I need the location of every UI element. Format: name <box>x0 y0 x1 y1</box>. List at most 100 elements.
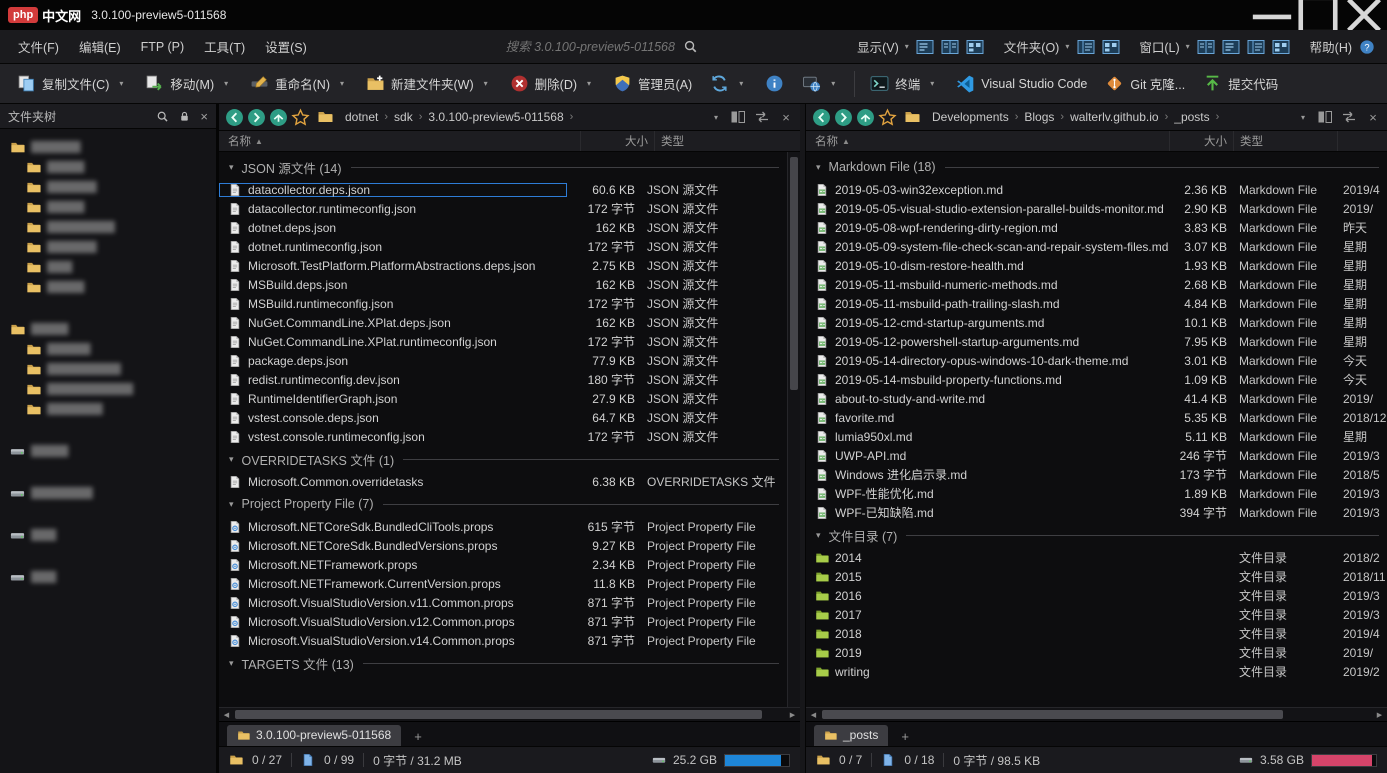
file-row[interactable]: Microsoft.Common.overridetasks6.38 KBOVE… <box>219 472 787 491</box>
toolbar-info-button[interactable] <box>756 68 793 99</box>
favorites-star-icon[interactable] <box>878 108 897 127</box>
group-header[interactable]: ▾Markdown File (18) <box>806 154 1387 180</box>
toolbar-rename-button[interactable]: 重命名(N)▾ <box>241 68 357 99</box>
close-button[interactable] <box>1341 0 1387 30</box>
column-header-2[interactable]: 类型 <box>654 131 800 151</box>
file-row[interactable]: Microsoft.VisualStudioVersion.v12.Common… <box>219 612 787 631</box>
horizontal-scrollbar[interactable]: ◀ ▶ <box>806 707 1387 721</box>
up-icon[interactable] <box>856 108 875 127</box>
path-dropdown-icon[interactable]: ▾ <box>1301 113 1305 122</box>
column-header-1[interactable]: 大小 <box>1169 131 1233 151</box>
vw2-icon[interactable] <box>1195 37 1218 57</box>
file-row[interactable]: MSBuild.runtimeconfig.json172 字节JSON 源文件 <box>219 294 787 313</box>
tree-item[interactable]: ████ <box>2 525 214 545</box>
vw3-icon[interactable] <box>1270 37 1293 57</box>
file-row[interactable]: NuGet.CommandLine.XPlat.runtimeconfig.js… <box>219 332 787 351</box>
file-row[interactable]: datacollector.runtimeconfig.json172 字节JS… <box>219 199 787 218</box>
tree-item[interactable]: █████████ <box>2 399 214 419</box>
tree-item[interactable]: ██████████ <box>2 483 214 503</box>
horizontal-scrollbar-thumb[interactable] <box>822 710 1283 719</box>
menu-item-2[interactable]: FTP (P) <box>131 34 195 60</box>
toolbar-sync-button[interactable]: ▾ <box>701 68 756 99</box>
file-row[interactable]: Microsoft.NETCoreSdk.BundledCliTools.pro… <box>219 517 787 536</box>
tree-item[interactable]: ████████████ <box>2 359 214 379</box>
tree-item[interactable]: ███████ <box>2 339 214 359</box>
search-icon[interactable] <box>683 39 698 54</box>
group-header[interactable]: ▾Project Property File (7) <box>219 491 787 517</box>
search-input[interactable] <box>460 40 675 54</box>
menu-group-label[interactable]: 文件夹(O) <box>1000 33 1062 60</box>
add-tab-icon[interactable]: + <box>895 727 915 746</box>
tree-item[interactable]: ████████ <box>2 237 214 257</box>
file-row[interactable]: 2019-05-11-msbuild-numeric-methods.md2.6… <box>806 275 1387 294</box>
breadcrumb-segment[interactable]: dotnet <box>340 107 383 127</box>
menu-group-label[interactable]: 显示(V) <box>853 33 901 60</box>
menu-item-3[interactable]: 工具(T) <box>194 31 255 62</box>
pane-swap-icon[interactable] <box>1341 109 1357 125</box>
tree-item[interactable]: ████ <box>2 257 214 277</box>
file-row[interactable]: 2014文件目录2018/2 <box>806 548 1387 567</box>
file-row[interactable]: UWP-API.md246 字节Markdown File2019/3 <box>806 446 1387 465</box>
toolbar-commit-button[interactable]: 提交代码 <box>1194 68 1287 99</box>
toolbar-move-button[interactable]: 移动(M)▾ <box>136 68 241 99</box>
vw1-icon[interactable] <box>1220 37 1243 57</box>
menu-group-label[interactable]: 窗口(L) <box>1135 33 1181 60</box>
favorites-star-icon[interactable] <box>291 108 310 127</box>
toolbar-admin-button[interactable]: 管理员(A) <box>604 68 701 99</box>
pane-split-icon[interactable] <box>1317 109 1333 125</box>
file-row[interactable]: WPF-已知缺陷.md394 字节Markdown File2019/3 <box>806 503 1387 522</box>
file-row[interactable]: NuGet.CommandLine.XPlat.deps.json162 KBJ… <box>219 313 787 332</box>
file-row[interactable]: Microsoft.NETFramework.props2.34 KBProje… <box>219 555 787 574</box>
file-row[interactable]: 2019-05-12-powershell-startup-arguments.… <box>806 332 1387 351</box>
tree-item[interactable]: ███████████ <box>2 217 214 237</box>
tree-item[interactable]: ██████ <box>2 277 214 297</box>
toolbar-terminal-button[interactable]: 终端▾ <box>861 68 947 99</box>
file-row[interactable]: 2019-05-11-msbuild-path-trailing-slash.m… <box>806 294 1387 313</box>
scroll-right-icon[interactable]: ▶ <box>1372 708 1387 721</box>
back-icon[interactable] <box>812 108 831 127</box>
file-row[interactable]: dotnet.deps.json162 KBJSON 源文件 <box>219 218 787 237</box>
search-box[interactable] <box>460 39 698 54</box>
file-row[interactable]: 2019-05-10-dism-restore-health.md1.93 KB… <box>806 256 1387 275</box>
file-row[interactable]: lumia950xl.md5.11 KBMarkdown File星期 <box>806 427 1387 446</box>
tree-item[interactable]: ████████ <box>2 137 214 157</box>
file-row[interactable]: about-to-study-and-write.md41.4 KBMarkdo… <box>806 389 1387 408</box>
file-row[interactable]: Microsoft.NETCoreSdk.BundledVersions.pro… <box>219 536 787 555</box>
pane-close-icon[interactable]: × <box>1365 109 1381 125</box>
column-header-0[interactable]: 名称▲ <box>219 131 580 151</box>
file-row[interactable]: dotnet.runtimeconfig.json172 字节JSON 源文件 <box>219 237 787 256</box>
file-row[interactable]: 2019-05-09-system-file-check-scan-and-re… <box>806 237 1387 256</box>
column-header-0[interactable]: 名称▲ <box>806 131 1169 151</box>
scroll-left-icon[interactable]: ◀ <box>806 708 821 721</box>
scroll-left-icon[interactable]: ◀ <box>219 708 234 721</box>
vw3-icon[interactable] <box>1099 37 1122 57</box>
column-header-1[interactable]: 大小 <box>580 131 654 151</box>
horizontal-scrollbar-thumb[interactable] <box>235 710 762 719</box>
forward-icon[interactable] <box>834 108 853 127</box>
pane-split-icon[interactable] <box>730 109 746 125</box>
vertical-scrollbar-thumb[interactable] <box>790 157 798 390</box>
file-row[interactable]: package.deps.json77.9 KBJSON 源文件 <box>219 351 787 370</box>
pane-close-icon[interactable]: × <box>778 109 794 125</box>
file-row[interactable]: 2019-05-14-msbuild-property-functions.md… <box>806 370 1387 389</box>
toolbar-net-button[interactable]: ▾ <box>793 68 848 99</box>
horizontal-scrollbar[interactable]: ◀ ▶ <box>219 707 800 721</box>
group-header[interactable]: ▾TARGETS 文件 (13) <box>219 650 787 676</box>
vw1-icon[interactable] <box>914 37 937 57</box>
folder-tab[interactable]: _posts <box>814 725 888 746</box>
tree-item[interactable]: ████ <box>2 567 214 587</box>
breadcrumb-segment[interactable]: walterlv.github.io <box>1065 107 1164 127</box>
file-row[interactable]: writing文件目录2019/2 <box>806 662 1387 681</box>
group-header[interactable]: ▾JSON 源文件 (14) <box>219 154 787 180</box>
file-row[interactable]: 2018文件目录2019/4 <box>806 624 1387 643</box>
tree-item[interactable]: ██████ <box>2 157 214 177</box>
file-row[interactable]: Microsoft.VisualStudioVersion.v14.Common… <box>219 631 787 650</box>
menu-item-1[interactable]: 编辑(E) <box>69 31 131 62</box>
up-icon[interactable] <box>269 108 288 127</box>
toolbar-vscode-button[interactable]: Visual Studio Code <box>947 68 1096 99</box>
file-row[interactable]: 2019-05-08-wpf-rendering-dirty-region.md… <box>806 218 1387 237</box>
toolbar-newfolder-button[interactable]: 新建文件夹(W)▾ <box>357 68 501 99</box>
breadcrumb-segment[interactable]: Blogs <box>1019 107 1059 127</box>
breadcrumb-segment[interactable]: _posts <box>1169 107 1214 127</box>
tree-item[interactable]: ██████████████ <box>2 379 214 399</box>
